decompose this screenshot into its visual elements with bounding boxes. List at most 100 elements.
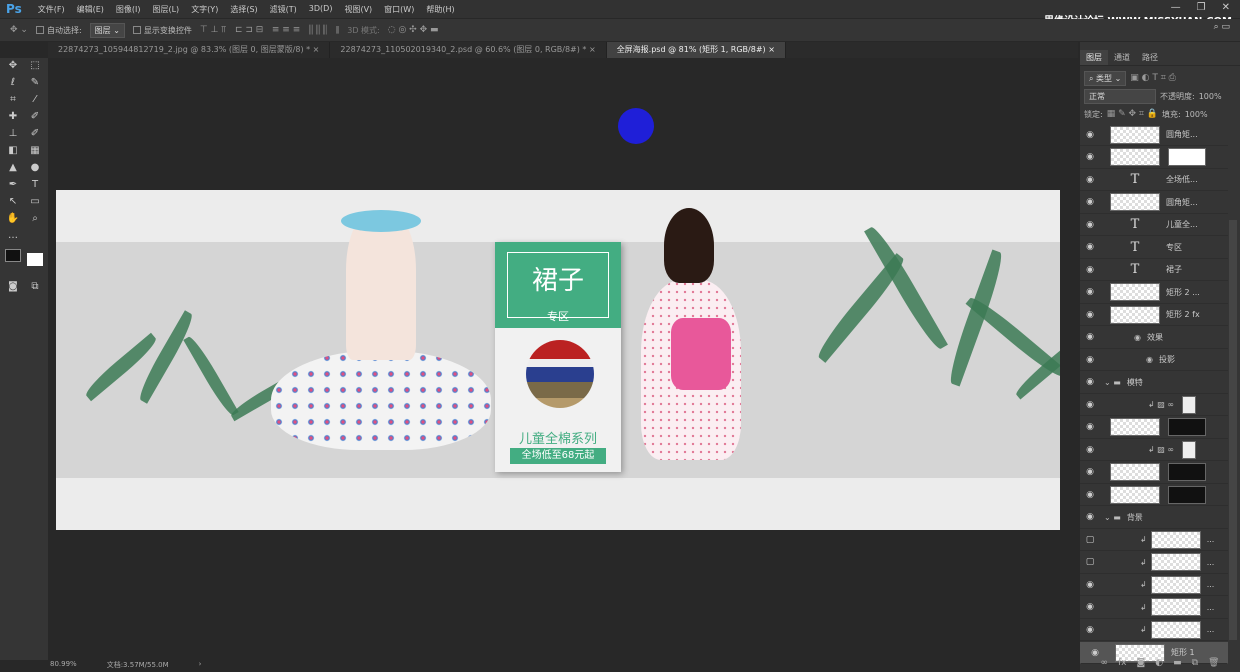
folder-icon[interactable]: ▬ — [1173, 658, 1182, 668]
eye-icon[interactable]: ◉ — [1080, 332, 1100, 342]
link-icon[interactable]: ∞ — [1101, 658, 1109, 668]
layer-row[interactable]: ◉ 矩形 2 fx — [1080, 304, 1228, 326]
layer-row[interactable]: ◉ ↲... — [1080, 574, 1228, 596]
adjustment-icon[interactable]: ◐ — [1155, 658, 1163, 668]
filter-kind-dropdown[interactable]: ⌕ 类型 ⌄ — [1084, 70, 1127, 86]
brush-icon[interactable]: ✐ — [24, 111, 46, 128]
screen-mode-icon[interactable]: ⧉ — [24, 281, 46, 298]
eye-icon[interactable]: ◉ — [1080, 422, 1100, 432]
3d-icons[interactable]: ◌ ◎ ✣ ✥ ▬ — [388, 25, 439, 35]
layer-row[interactable]: ◉ — [1080, 484, 1228, 506]
close-icon[interactable]: × — [310, 45, 320, 54]
eye-icon[interactable]: ◉ — [1080, 220, 1100, 230]
layer-row[interactable]: ▢ ↲... — [1080, 529, 1228, 551]
layer-row[interactable]: ◉ 矩形 2 ... — [1080, 282, 1228, 304]
gradient-icon[interactable]: ▦ — [24, 145, 46, 162]
lasso-icon[interactable]: ℓ — [2, 77, 24, 94]
layer-row[interactable]: ◉ 圆角矩... — [1080, 192, 1228, 214]
document-tab[interactable]: 22874273_110502019340_2.psd @ 60.6% (图层 … — [330, 42, 607, 58]
visibility-off-box[interactable]: ▢ — [1080, 535, 1100, 545]
eye-icon[interactable]: ◉ — [1080, 512, 1100, 522]
zoom-level[interactable]: 80.99% — [50, 660, 77, 672]
mask-icon[interactable]: ◙ — [1137, 658, 1146, 668]
layer-row[interactable]: ◉ ↲... — [1080, 597, 1228, 619]
document-tab[interactable]: 22874273_105944812719_2.jpg @ 83.3% (图层 … — [48, 42, 331, 58]
type-icon[interactable]: T — [24, 179, 46, 196]
layer-row[interactable]: ▢ ↲... — [1080, 552, 1228, 574]
hand-icon[interactable]: ✋ — [2, 213, 24, 230]
eye-icon[interactable]: ◉ — [1080, 445, 1100, 455]
menu-item[interactable]: 图层(L) — [146, 4, 185, 15]
blur-icon[interactable]: ▲ — [2, 162, 24, 179]
pen-icon[interactable]: ✒ — [2, 179, 24, 196]
layer-row[interactable]: ◉ ◉ 投影 — [1080, 349, 1228, 371]
panel-tab[interactable]: 路径 — [1136, 50, 1164, 65]
panel-tab[interactable]: 图层 — [1080, 50, 1108, 65]
layer-row[interactable]: ◉ T 全场低... — [1080, 169, 1228, 191]
show-transform-checkbox[interactable]: 显示变换控件 — [132, 25, 192, 36]
eyedropper-icon[interactable]: ⁄ — [24, 94, 46, 111]
zoom-icon[interactable]: ⌕ — [24, 213, 46, 230]
layer-row[interactable]: ◉ ◉ 效果 — [1080, 327, 1228, 349]
opacity-input[interactable]: 100% — [1199, 92, 1222, 101]
auto-select-dropdown[interactable]: 图层 ⌄ — [89, 22, 125, 38]
filter-icons[interactable]: ▣ ◐ T ⌗ ⎙ — [1130, 73, 1176, 83]
layer-row[interactable]: ◉ T 裙子 — [1080, 259, 1228, 281]
foreground-color[interactable] — [5, 249, 21, 262]
visibility-off-box[interactable]: ▢ — [1080, 557, 1100, 567]
stamp-icon[interactable]: ⊥ — [2, 128, 24, 145]
new-layer-icon[interactable]: ⧉ — [1192, 658, 1198, 668]
menu-item[interactable]: 编辑(E) — [71, 4, 110, 15]
eye-icon[interactable]: ◉ — [1080, 287, 1100, 297]
layer-row[interactable]: ◉ — [1080, 462, 1228, 484]
layer-row[interactable]: ◉ T 儿童全... — [1080, 214, 1228, 236]
menu-item[interactable]: 视图(V) — [338, 4, 378, 15]
menu-item[interactable]: 3D(D) — [303, 4, 339, 15]
fx-icon[interactable]: fx — [1118, 658, 1127, 668]
menu-item[interactable]: 图像(I) — [110, 4, 147, 15]
search-icon[interactable]: ⌕ ▭ — [1214, 22, 1230, 32]
eye-icon[interactable]: ◉ — [1080, 175, 1100, 185]
close-icon[interactable]: × — [766, 45, 775, 54]
eye-icon[interactable]: ◉ — [1080, 152, 1100, 162]
dodge-icon[interactable]: ● — [24, 162, 46, 179]
layer-row[interactable]: ◉ 圆角矩... — [1080, 124, 1228, 146]
eye-icon[interactable]: ◉ — [1080, 242, 1100, 252]
layer-row[interactable]: ◉ — [1080, 417, 1228, 439]
eye-icon[interactable]: ◉ — [1080, 355, 1100, 365]
menu-item[interactable]: 选择(S) — [224, 4, 263, 15]
eye-icon[interactable]: ◉ — [1080, 310, 1100, 320]
eye-icon[interactable]: ◉ — [1080, 490, 1100, 500]
lock-icons[interactable]: ▦ ✎ ✥ ⌗ 🔒 — [1107, 109, 1158, 119]
eraser-icon[interactable]: ◧ — [2, 145, 24, 162]
history-brush-icon[interactable]: ✐ — [24, 128, 46, 145]
banner-canvas[interactable]: 裙子 专区 儿童全棉系列 全场低至68元起 — [56, 190, 1060, 530]
eye-icon[interactable]: ◉ — [1080, 197, 1100, 207]
panel-tab[interactable]: 通道 — [1108, 50, 1136, 65]
document-tab[interactable]: 全屏海报.psd @ 81% (矩形 1, RGB/8#) × — [606, 42, 786, 58]
path-select-icon[interactable]: ↖ — [2, 196, 24, 213]
quick-select-icon[interactable]: ✎ — [24, 77, 46, 94]
blend-mode-dropdown[interactable]: 正常 — [1084, 88, 1156, 104]
move-icon[interactable]: ✥ — [2, 60, 24, 77]
marquee-icon[interactable]: ⬚ — [24, 60, 46, 77]
layer-row[interactable]: ◉ ↲ ▨ ∞ — [1080, 439, 1228, 461]
shape-icon[interactable]: ▭ — [24, 196, 46, 213]
layer-row[interactable]: ◉ ⌄ ▬ 模特 — [1080, 372, 1228, 394]
align-icons[interactable]: ⊤ ⊥ ⫪ ⊏ ⊐ ⊟ ≡ ≡ ≡ ⫼ ⫼ ⫼ ⦀ — [200, 25, 339, 35]
menu-item[interactable]: 窗口(W) — [378, 4, 420, 15]
quick-mask-icon[interactable]: ◙ — [2, 281, 24, 298]
menu-item[interactable]: 文字(Y) — [185, 4, 224, 15]
layer-row[interactable]: ◉ ↲ ▨ ∞ — [1080, 394, 1228, 416]
menu-item[interactable]: 滤镜(T) — [264, 4, 303, 15]
eye-icon[interactable]: ◉ — [1080, 467, 1100, 477]
eye-icon[interactable]: ◉ — [1080, 625, 1100, 635]
menu-item[interactable]: 文件(F) — [32, 4, 71, 15]
crop-icon[interactable]: ⌗ — [2, 94, 24, 111]
move-tool-icon[interactable]: ✥ ⌄ — [10, 25, 28, 35]
layers-scrollbar[interactable] — [1229, 220, 1237, 640]
eye-icon[interactable]: ◉ — [1080, 265, 1100, 275]
fill-input[interactable]: 100% — [1185, 110, 1208, 119]
auto-select-checkbox[interactable]: 自动选择: — [35, 25, 82, 36]
eye-icon[interactable]: ◉ — [1080, 400, 1100, 410]
